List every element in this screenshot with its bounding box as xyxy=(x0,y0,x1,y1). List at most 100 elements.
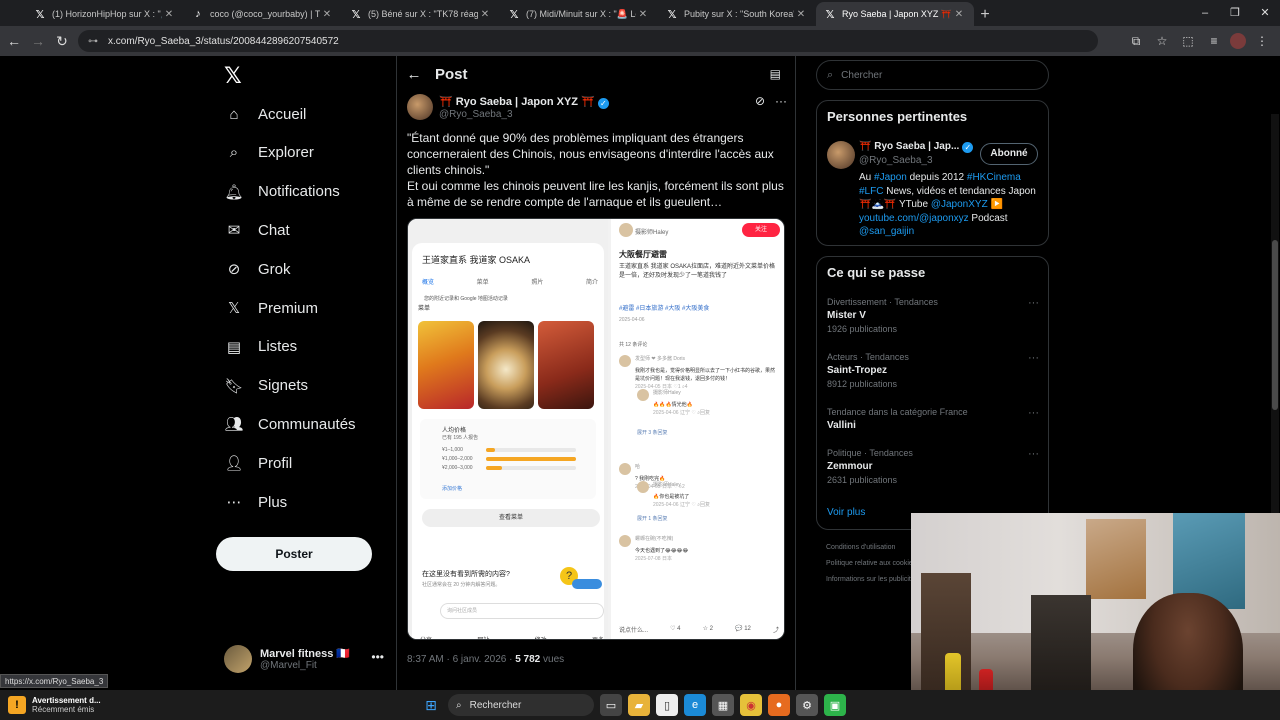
nav-item-listes[interactable]: ▤ Listes xyxy=(224,332,297,362)
site-info-icon[interactable]: ⊶ xyxy=(88,36,100,47)
nav-item-grok[interactable]: ⊘ Grok xyxy=(224,254,291,284)
bio-text: Au xyxy=(859,172,875,183)
reader-mode-icon[interactable]: ▤ xyxy=(770,67,781,81)
nav-item-communautes[interactable]: 👥︎ Communautés xyxy=(224,409,355,439)
maximize-button[interactable]: ❐ xyxy=(1220,0,1250,26)
edge-icon[interactable]: e xyxy=(684,694,706,716)
post-more-icon[interactable]: ··· xyxy=(775,94,787,108)
relevant-avatar[interactable] xyxy=(827,141,855,169)
x-logo-icon[interactable]: 𝕏 xyxy=(224,64,242,89)
post-image[interactable]: 王道家直系 我道家 OSAKA 概览 菜单 照片 简介 您的附近记录和 Google … xyxy=(407,218,785,640)
browser-menu-icon[interactable]: ⋮ xyxy=(1252,30,1272,52)
post-time[interactable]: 8:37 AM · 6 janv. 2026 · xyxy=(407,654,515,665)
author-handle[interactable]: @Ryo_Saeba_3 xyxy=(439,109,513,120)
file-explorer-icon[interactable]: ▰ xyxy=(628,694,650,716)
close-window-button[interactable]: ✕ xyxy=(1250,0,1280,26)
comment-text: 今天也遇到了😂😂😂😂 xyxy=(635,548,689,554)
tab-close-icon[interactable]: ✕ xyxy=(162,9,176,20)
trend-item[interactable]: Tendance dans la catégorie France Vallini… xyxy=(827,407,1039,431)
post-button[interactable]: Poster xyxy=(216,537,372,571)
notification-widget[interactable]: ! Avertissement d... Récemment émis xyxy=(8,692,104,718)
post-text: "Étant donné que 90% des problèmes impli… xyxy=(407,130,787,210)
tab-close-icon[interactable]: ✕ xyxy=(320,9,334,20)
more-icon[interactable]: ••• xyxy=(371,650,384,664)
reload-button[interactable]: ↻ xyxy=(50,33,74,50)
nav-item-plus[interactable]: ⋯ Plus xyxy=(224,487,288,517)
bio-link[interactable]: #HKCinema xyxy=(967,172,1021,183)
firefox-icon[interactable]: ● xyxy=(768,694,790,716)
media-icon[interactable]: ≡ xyxy=(1204,30,1224,52)
tab-1[interactable]: 𝕏 (1) HorizonHipHop sur X : "🚨 I✕ xyxy=(26,2,184,26)
notepad-icon[interactable]: ▯ xyxy=(656,694,678,716)
nav-item-signets[interactable]: 🔖︎ Signets xyxy=(224,371,308,401)
bio-link[interactable]: youtube.com/@japonxyz xyxy=(859,213,969,224)
tab-close-icon[interactable]: ✕ xyxy=(952,9,966,20)
trend-item[interactable]: Acteurs · Tendances Saint-Tropez 8912 publ… xyxy=(827,352,1039,389)
xhs-user: 摄影师Haley xyxy=(635,230,669,236)
chrome-icon[interactable]: ◉ xyxy=(740,694,762,716)
tab-6[interactable]: 𝕏 Ryo Saeba | Japon XYZ ⛩️ sur✕ xyxy=(816,2,974,26)
nav-item-accueil[interactable]: ⌂ Accueil xyxy=(224,99,306,129)
nav-item-premium[interactable]: 𝕏 Premium xyxy=(224,293,318,323)
footer-link[interactable]: Informations sur les publicités xyxy=(826,576,918,583)
trend-more-icon[interactable]: ··· xyxy=(1028,448,1039,460)
settings-icon[interactable]: ⚙ xyxy=(796,694,818,716)
comment-user: 摄影师Haley xyxy=(653,482,681,488)
bio-link[interactable]: @JaponXYZ xyxy=(931,199,988,210)
relevant-title: Personnes pertinentes xyxy=(827,109,968,124)
tab-3[interactable]: 𝕏 (5) Béné sur X : "TK78 réagit à l✕ xyxy=(342,2,500,26)
add-price-link: 添加价格 xyxy=(442,486,463,492)
task-view-icon[interactable]: ▭ xyxy=(600,694,622,716)
forward-button[interactable]: → xyxy=(26,33,50,49)
nav-item-notifications[interactable]: 🔔︎ Notifications xyxy=(224,177,339,207)
following-button[interactable]: Abonné xyxy=(980,143,1038,165)
relevant-name-row[interactable]: ⛩️ Ryo Saeba | Jap... ✓ xyxy=(859,141,974,153)
trend-more-icon[interactable]: ··· xyxy=(1028,407,1039,419)
account-switcher[interactable]: Marvel fitness 🇫🇷 @Marvel_Fit ••• xyxy=(224,642,384,676)
taskbar-apps: ⊞ ⌕ Rechercher ▭ ▰ ▯ e ▦ ◉ ● ⚙ ▣ xyxy=(420,693,846,717)
footer-link[interactable]: Conditions d'utilisation xyxy=(826,544,895,551)
tab-close-icon[interactable]: ✕ xyxy=(794,9,808,20)
tab-4[interactable]: 𝕏 (7) Midi/Minuit sur X : "🚨 Le S✕ xyxy=(500,2,658,26)
tab-close-icon[interactable]: ✕ xyxy=(478,9,492,20)
author-name-row[interactable]: ⛩️ Ryo Saeba | Japon XYZ ⛩️ ✓ xyxy=(439,95,609,109)
extensions-icon[interactable]: ⬚ xyxy=(1178,30,1198,52)
notification-title: Avertissement d... xyxy=(32,696,101,705)
nav-item-explorer[interactable]: ⌕ Explorer xyxy=(224,138,314,168)
trend-more-icon[interactable]: ··· xyxy=(1028,352,1039,364)
trend-item[interactable]: Divertissement · Tendances Mister V 1926 p… xyxy=(827,297,1039,334)
tab-5[interactable]: 𝕏 Pubity sur X : "South Korea's pr✕ xyxy=(658,2,816,26)
bio-link[interactable]: @san_gaijin xyxy=(859,226,914,237)
taskbar-search[interactable]: ⌕ Rechercher xyxy=(448,694,594,716)
windows-start-icon[interactable]: ⊞ xyxy=(420,694,442,716)
tab-close-icon[interactable]: ✕ xyxy=(636,9,650,20)
trend-more-icon[interactable]: ··· xyxy=(1028,297,1039,309)
bookmark-star-icon[interactable]: ☆ xyxy=(1152,30,1172,52)
back-arrow-icon[interactable]: ← xyxy=(397,66,431,83)
store-tab: 照片 xyxy=(531,280,544,286)
relevant-handle[interactable]: @Ryo_Saeba_3 xyxy=(859,155,933,166)
tab-2[interactable]: ♪ coco (@coco_yourbaby) | TikTok✕ xyxy=(184,2,342,26)
store-icon[interactable]: ▦ xyxy=(712,694,734,716)
url-field[interactable]: ⊶ x.com/Ryo_Saeba_3/status/2008442896207… xyxy=(78,30,1098,52)
footer-link[interactable]: Politique relative aux cookies xyxy=(826,560,916,567)
new-tab-button[interactable]: + xyxy=(974,4,996,26)
bio-link[interactable]: #Japon xyxy=(874,172,907,183)
bio-link[interactable]: #LFC xyxy=(859,186,883,197)
trend-item[interactable]: Politique · Tendances Zemmour 2631 publica… xyxy=(827,448,1039,485)
minimize-button[interactable]: – xyxy=(1190,0,1220,26)
grok-icon[interactable]: ⊘ xyxy=(755,94,765,108)
back-button[interactable]: ← xyxy=(2,33,26,49)
nav-item-profil[interactable]: 👤︎ Profil xyxy=(224,448,292,478)
app-icon[interactable]: ▣ xyxy=(824,694,846,716)
search-input[interactable]: ⌕ Chercher xyxy=(816,60,1049,90)
more-icon: ⋯ xyxy=(226,494,242,511)
browser-toolbar-actions: ⧉ ☆ ⬚ ≡ ⋮ xyxy=(1126,30,1272,52)
post-text-quote: "Étant donné que 90% des problèmes impli… xyxy=(407,131,774,177)
author-avatar[interactable] xyxy=(407,94,433,120)
nav-item-chat[interactable]: ✉ Chat xyxy=(224,215,290,245)
profile-avatar[interactable] xyxy=(1230,33,1246,49)
see-more-link[interactable]: Voir plus xyxy=(827,507,865,518)
scrollbar-thumb[interactable] xyxy=(1272,240,1278,410)
cast-icon[interactable]: ⧉ xyxy=(1126,30,1146,52)
